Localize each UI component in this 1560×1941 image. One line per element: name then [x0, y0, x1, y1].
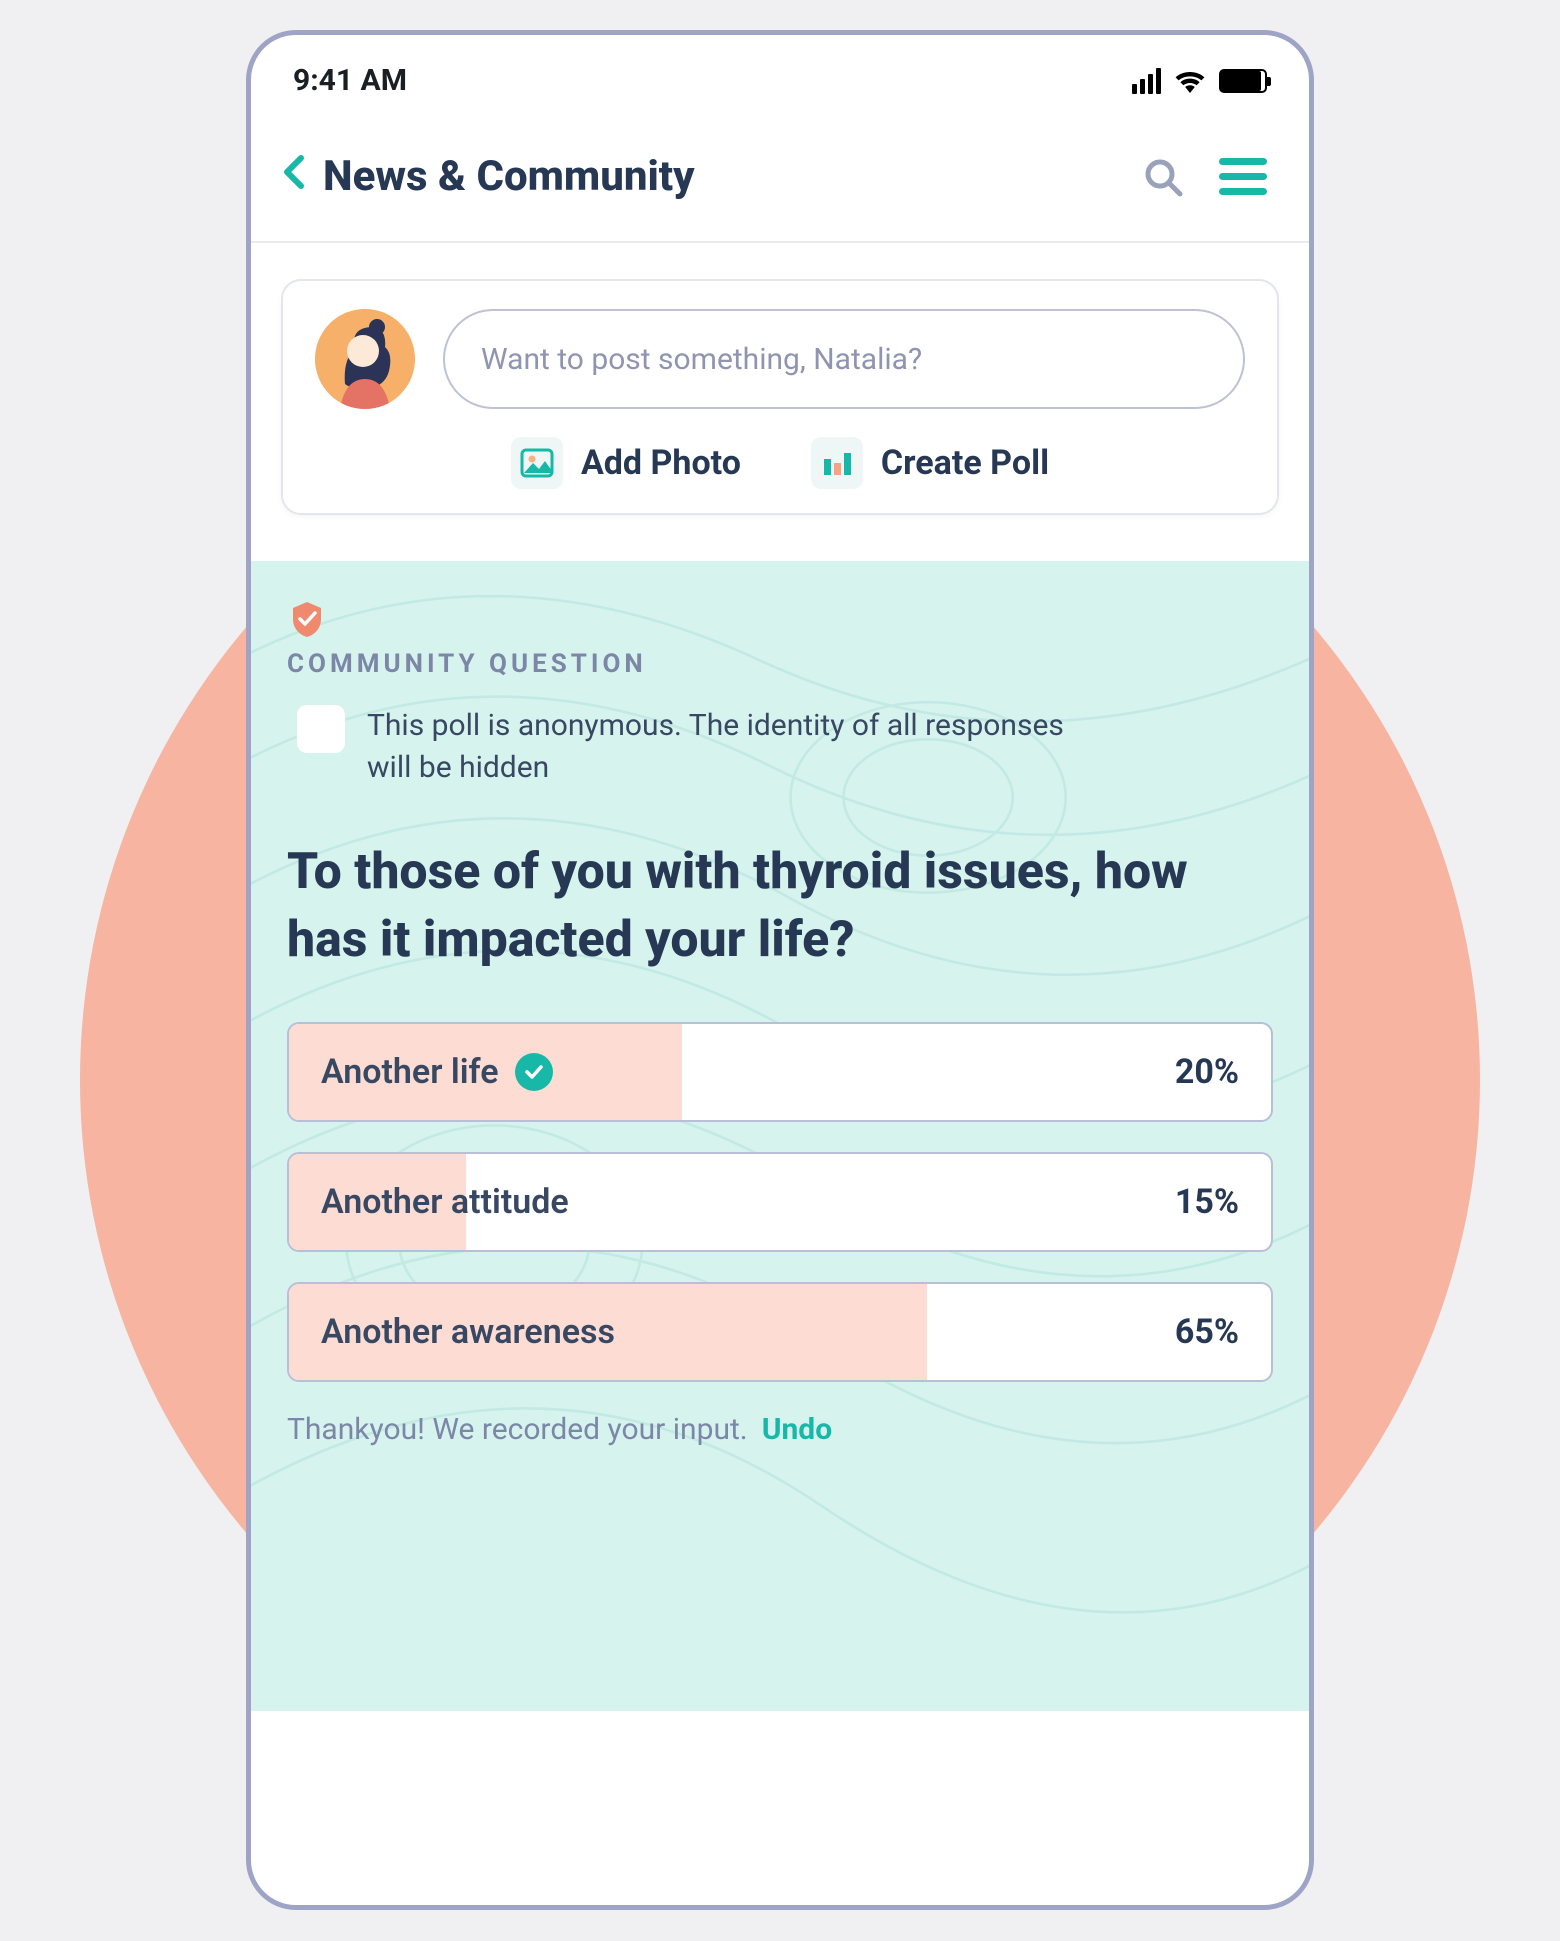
anonymous-notice: This poll is anonymous. The identity of … — [287, 705, 1273, 789]
cellular-signal-icon — [1132, 68, 1161, 94]
poll-option-pct: 20% — [1175, 1052, 1239, 1092]
status-time: 9:41 AM — [293, 63, 407, 98]
section-label: COMMUNITY QUESTION — [287, 649, 1273, 679]
status-bar: 9:41 AM — [251, 35, 1309, 112]
create-poll-label: Create Poll — [881, 443, 1049, 483]
shield-check-icon — [287, 599, 327, 639]
poll-option-label: Another life — [321, 1052, 499, 1092]
anonymous-checkbox[interactable] — [297, 705, 345, 753]
thankyou-row: Thankyou! We recorded your input. Undo — [287, 1412, 1273, 1447]
compose-input[interactable]: Want to post something, Natalia? — [443, 309, 1245, 409]
thankyou-text: Thankyou! We recorded your input. — [287, 1412, 748, 1447]
poll-option-0[interactable]: Another life 20% — [287, 1022, 1273, 1122]
anonymous-text: This poll is anonymous. The identity of … — [367, 705, 1087, 789]
create-poll-button[interactable]: Create Poll — [811, 437, 1049, 489]
avatar[interactable] — [315, 309, 415, 409]
page-title: News & Community — [323, 152, 695, 201]
phone-frame: 9:41 AM News & Community — [246, 30, 1314, 1910]
compose-card: Want to post something, Natalia? Add Pho… — [281, 279, 1279, 515]
wifi-icon — [1175, 69, 1205, 93]
hamburger-menu-icon[interactable] — [1219, 158, 1267, 195]
chevron-left-icon — [281, 154, 305, 190]
selected-check-icon — [515, 1053, 553, 1091]
poll-option-2[interactable]: Another awareness 65% — [287, 1282, 1273, 1382]
compose-placeholder: Want to post something, Natalia? — [481, 342, 922, 377]
poll-option-label: Another awareness — [321, 1312, 615, 1352]
app-header: News & Community — [251, 112, 1309, 243]
status-right — [1132, 68, 1267, 94]
poll-option-pct: 15% — [1175, 1182, 1239, 1222]
undo-link[interactable]: Undo — [762, 1412, 832, 1447]
back-button[interactable] — [281, 154, 305, 199]
poll-option-label: Another attitude — [321, 1182, 569, 1222]
add-photo-button[interactable]: Add Photo — [511, 437, 741, 489]
question-title: To those of you with thyroid issues, how… — [287, 839, 1273, 974]
add-photo-label: Add Photo — [581, 443, 741, 483]
search-icon[interactable] — [1143, 157, 1183, 197]
poll-option-1[interactable]: Another attitude 15% — [287, 1152, 1273, 1252]
photo-icon — [511, 437, 563, 489]
community-question-section: COMMUNITY QUESTION This poll is anonymou… — [251, 561, 1309, 1711]
battery-icon — [1219, 69, 1267, 93]
poll-icon — [811, 437, 863, 489]
poll-option-pct: 65% — [1175, 1312, 1239, 1352]
